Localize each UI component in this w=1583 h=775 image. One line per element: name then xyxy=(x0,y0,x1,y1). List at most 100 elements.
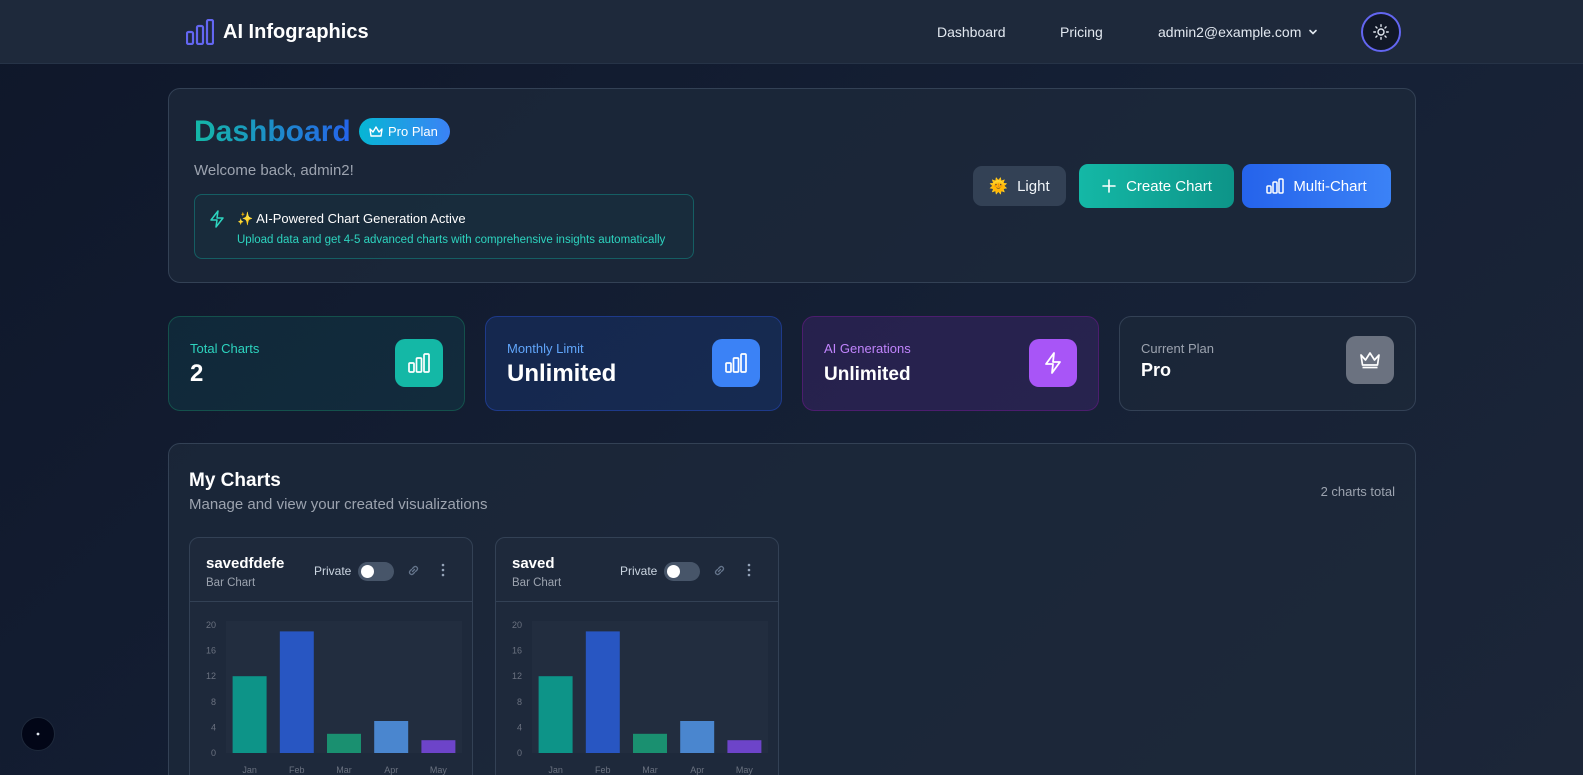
bar-chart-icon xyxy=(712,339,760,387)
plan-badge: Pro Plan xyxy=(359,118,450,145)
y-tick-label: 12 xyxy=(206,671,216,681)
x-tick-label: Apr xyxy=(384,765,398,775)
dashboard-header-card: Dashboard Pro Plan Welcome back, admin2!… xyxy=(168,88,1416,283)
brand-logo[interactable]: AI Infographics xyxy=(186,19,369,45)
theme-toggle-button[interactable] xyxy=(1361,12,1401,52)
stat-card-total-charts: Total Charts 2 xyxy=(168,316,465,411)
light-button-label: Light xyxy=(1017,177,1050,195)
plus-icon xyxy=(1102,179,1116,193)
stat-value: Unlimited xyxy=(824,364,911,385)
visibility-toggle[interactable] xyxy=(664,562,700,581)
page-title: Dashboard xyxy=(194,115,351,148)
sun-icon xyxy=(1373,24,1389,40)
y-tick-label: 12 xyxy=(512,671,522,681)
chart-card[interactable]: saved Bar Chart Private 0 4 8 12 16 20 Jan Feb M… xyxy=(495,537,779,775)
stat-card-current-plan: Current Plan Pro xyxy=(1119,316,1416,411)
y-tick-label: 4 xyxy=(517,722,522,732)
section-title: My Charts xyxy=(189,470,281,491)
chart-type: Bar Chart xyxy=(512,577,562,589)
chart-card-header: savedfdefe Bar Chart Private xyxy=(190,538,472,602)
multi-chart-button[interactable]: Multi-Chart xyxy=(1242,164,1391,208)
x-tick-label: May xyxy=(736,765,754,775)
chart-card[interactable]: savedfdefe Bar Chart Private 0 4 8 12 16 20 Ja… xyxy=(189,537,473,775)
y-tick-label: 20 xyxy=(512,620,522,630)
link-icon[interactable] xyxy=(406,563,421,578)
ai-banner-subtitle: Upload data and get 4-5 advanced charts … xyxy=(237,234,666,246)
y-tick-label: 8 xyxy=(517,697,522,707)
my-charts-section: My Charts Manage and view your created v… xyxy=(168,443,1416,775)
y-tick-label: 20 xyxy=(206,620,216,630)
visibility-label: Private xyxy=(314,564,352,578)
section-subtitle: Manage and view your created visualizati… xyxy=(189,496,488,513)
stat-value: Unlimited xyxy=(507,360,617,387)
ai-banner-title: ✨ AI-Powered Chart Generation Active xyxy=(237,211,466,226)
stat-value: 2 xyxy=(190,360,204,387)
y-tick-label: 16 xyxy=(512,646,522,656)
user-email: admin2@example.com xyxy=(1158,24,1302,40)
brand-name: AI Infographics xyxy=(223,20,369,43)
bar xyxy=(680,721,715,753)
more-options-icon[interactable] xyxy=(746,562,752,578)
dot-icon xyxy=(36,732,40,736)
sun-emoji-icon: 🌞 xyxy=(989,178,1009,195)
bar-chart-icon xyxy=(395,339,443,387)
top-navbar: AI Infographics Dashboard Pricing admin2… xyxy=(0,0,1583,64)
x-tick-label: Mar xyxy=(642,765,658,775)
plan-badge-label: Pro Plan xyxy=(388,124,438,139)
bar-chart-preview: 0 4 8 12 16 20 Jan Feb Mar Apr May xyxy=(512,620,768,775)
nav-pricing-link[interactable]: Pricing xyxy=(1060,24,1103,40)
y-tick-label: 16 xyxy=(206,646,216,656)
stat-label: AI Generations xyxy=(824,341,911,356)
lightning-icon xyxy=(210,210,224,228)
more-options-icon[interactable] xyxy=(440,562,446,578)
bar xyxy=(327,733,361,753)
help-chat-button[interactable] xyxy=(21,717,55,751)
x-tick-label: Feb xyxy=(289,765,305,775)
chart-name: saved xyxy=(512,555,555,572)
bar-chart-icon xyxy=(1266,178,1285,194)
y-tick-label: 0 xyxy=(517,748,522,758)
stat-card-monthly-limit: Monthly Limit Unlimited xyxy=(485,316,782,411)
stat-label: Current Plan xyxy=(1141,341,1214,356)
stat-value: Pro xyxy=(1141,360,1172,380)
charts-count: 2 charts total xyxy=(1320,484,1395,499)
bar-chart-preview: 0 4 8 12 16 20 Jan Feb Mar Apr May xyxy=(206,620,462,775)
chart-type: Bar Chart xyxy=(206,577,256,589)
chevron-down-icon xyxy=(1309,29,1318,35)
chart-card-header: saved Bar Chart Private xyxy=(496,538,778,602)
stat-card-ai-generations: AI Generations Unlimited xyxy=(802,316,1099,411)
stat-label: Total Charts xyxy=(190,341,260,356)
bar xyxy=(232,676,267,753)
user-menu[interactable]: admin2@example.com xyxy=(1158,24,1318,40)
y-tick-label: 0 xyxy=(211,748,216,758)
visibility-label: Private xyxy=(620,564,658,578)
crown-icon xyxy=(369,125,383,137)
bar xyxy=(585,631,620,753)
bar-chart-logo-icon xyxy=(186,19,214,45)
bar xyxy=(538,676,573,753)
link-icon[interactable] xyxy=(712,563,727,578)
bar xyxy=(633,733,667,753)
x-tick-label: Mar xyxy=(336,765,352,775)
x-tick-label: Jan xyxy=(242,765,257,775)
x-tick-label: May xyxy=(430,765,448,775)
bar xyxy=(279,631,314,753)
x-tick-label: Apr xyxy=(690,765,704,775)
light-mode-button[interactable]: 🌞 Light xyxy=(973,166,1066,206)
bar xyxy=(421,740,456,753)
create-chart-label: Create Chart xyxy=(1126,177,1212,195)
ai-status-banner: ✨ AI-Powered Chart Generation Active Upl… xyxy=(194,194,694,259)
x-tick-label: Jan xyxy=(548,765,563,775)
crown-icon xyxy=(1346,336,1394,384)
stat-label: Monthly Limit xyxy=(507,341,584,356)
y-tick-label: 4 xyxy=(211,722,216,732)
bar xyxy=(374,721,409,753)
chart-name: savedfdefe xyxy=(206,555,285,572)
welcome-message: Welcome back, admin2! xyxy=(194,162,354,179)
create-chart-button[interactable]: Create Chart xyxy=(1079,164,1234,208)
multi-chart-label: Multi-Chart xyxy=(1293,177,1367,195)
visibility-toggle[interactable] xyxy=(358,562,394,581)
nav-dashboard-link[interactable]: Dashboard xyxy=(937,24,1006,40)
lightning-icon xyxy=(1029,339,1077,387)
y-tick-label: 8 xyxy=(211,697,216,707)
